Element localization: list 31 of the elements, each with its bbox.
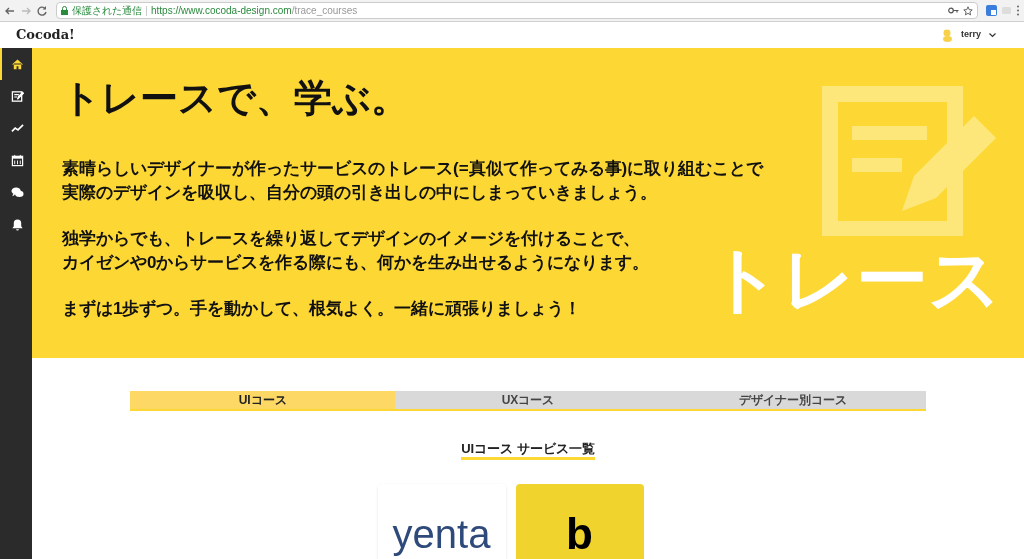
trace-badge-text: トレース [708, 243, 1002, 315]
reload-icon[interactable] [36, 4, 48, 17]
url-text: https://www.cocoda-design.com/trace_courses [151, 4, 358, 18]
hero-text-line: 独学からでも、トレースを繰り返してデザインのイメージを付けることで、 [62, 228, 641, 250]
logo[interactable]: Cocoda! [16, 25, 75, 45]
course-tab[interactable]: UIコース [130, 391, 396, 409]
course-tab[interactable]: デザイナー別コース [660, 391, 926, 409]
chat-bubbles-icon [10, 185, 24, 199]
menu-icon[interactable] [1016, 5, 1020, 16]
lock-icon [61, 6, 68, 15]
section-title: UIコース サービス一覧 [461, 441, 595, 460]
hero-text-line: 素晴らしいデザイナーが作ったサービスのトレース(=真似て作ってみる事)に取り組むことで [62, 158, 764, 180]
bell-icon [10, 217, 24, 231]
course-tab[interactable]: UXコース [395, 391, 661, 409]
user-menu[interactable]: terry [961, 28, 996, 42]
hero-title: トレースで、学ぶ。 [62, 76, 410, 121]
key-icon[interactable] [948, 7, 959, 14]
secure-label: 保護された通信 [72, 4, 142, 18]
service-card-logo[interactable]: b [515, 484, 644, 559]
chevron-down-icon [989, 32, 996, 38]
hero-text-line: まずは1歩ずつ。手を動かして、根気よく。一緒に頑張りましょう！ [62, 298, 583, 320]
hero-text-line: 実際のデザインを吸収し、自分の頭の引き出しの中にしまっていきましょう。 [62, 182, 658, 204]
extension-icon[interactable] [986, 5, 997, 16]
edit-icon [10, 89, 24, 103]
calendar-icon [10, 153, 24, 167]
star-icon[interactable] [963, 5, 973, 16]
hero-text-line: カイゼンや0からサービスを作る際にも、何かを生み出せるようになります。 [62, 252, 651, 274]
service-card-logo[interactable]: yenta [377, 484, 506, 559]
home-icon [10, 57, 24, 71]
line-chart-icon [10, 121, 24, 135]
address-bar[interactable]: 保護された通信 https://www.cocoda-design.com/trace_courses [56, 2, 978, 19]
